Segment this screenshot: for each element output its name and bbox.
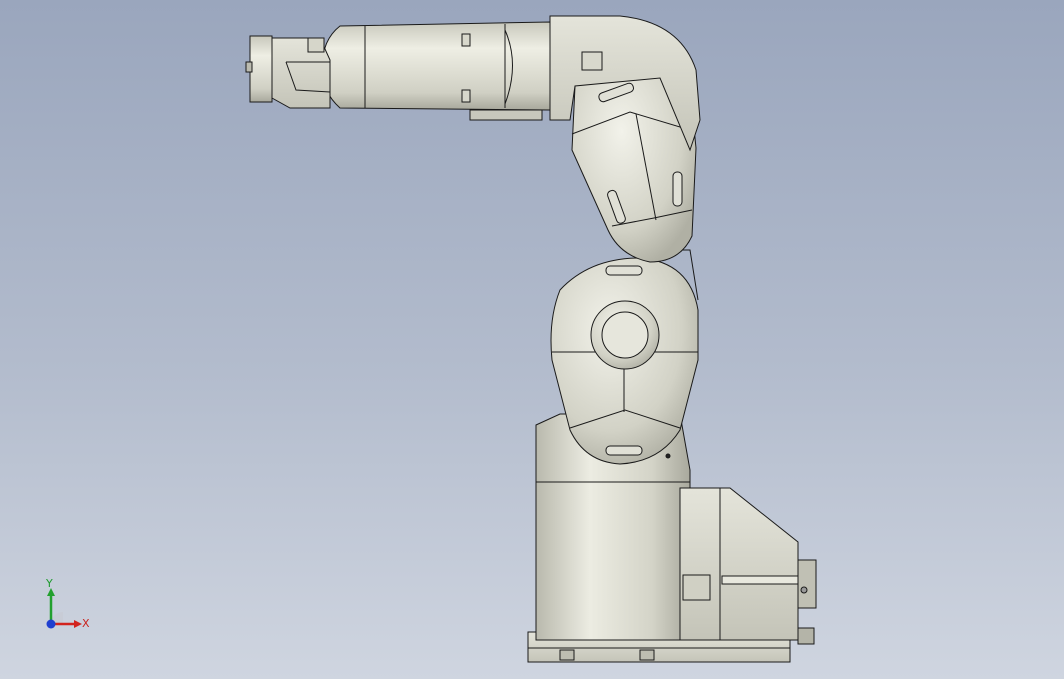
lower-arm[interactable] [550, 227, 699, 465]
robot-base[interactable] [527, 413, 817, 663]
y-axis-label: Y [46, 577, 53, 590]
robot-arm-model[interactable] [0, 0, 1064, 679]
coordinate-triad: Y X [38, 578, 108, 638]
x-axis-label: X [82, 617, 90, 630]
cad-viewport[interactable]: Y X [0, 0, 1064, 679]
z-axis-dot [46, 619, 56, 629]
wrist-flange[interactable] [245, 35, 331, 109]
